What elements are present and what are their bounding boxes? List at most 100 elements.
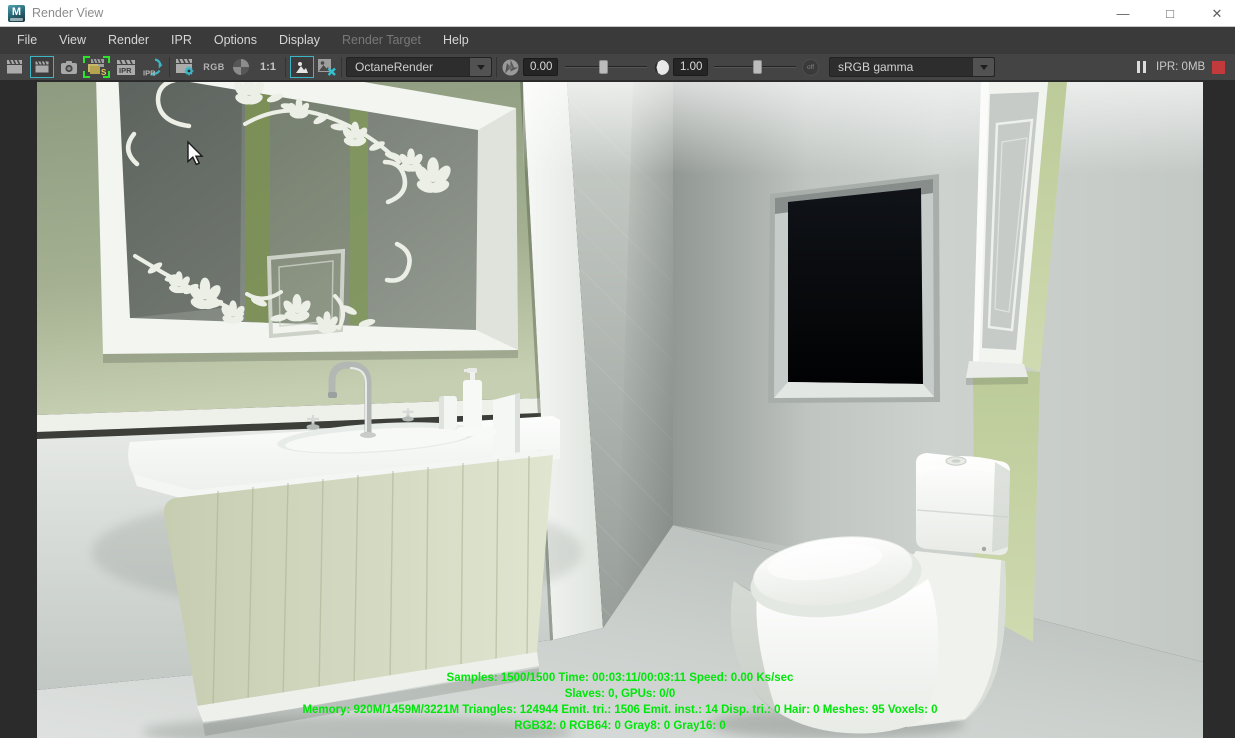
green-bracket-icon bbox=[83, 71, 90, 78]
bottle-neck bbox=[470, 372, 475, 381]
ipr-render-button[interactable]: IPR bbox=[114, 56, 138, 78]
remove-image-icon bbox=[318, 59, 336, 76]
ipr-memory-label: IPR: 0MB bbox=[1156, 61, 1206, 73]
gamma-field[interactable] bbox=[673, 58, 708, 76]
menu-options[interactable]: Options bbox=[203, 27, 268, 54]
exposure-toggle-button[interactable] bbox=[499, 56, 521, 78]
menu-ipr[interactable]: IPR bbox=[160, 27, 203, 54]
slider-handle[interactable] bbox=[753, 60, 763, 74]
colorspace-selected-label: sRGB gamma bbox=[838, 60, 914, 74]
white-box-shade bbox=[515, 393, 520, 453]
ipr-refresh-label: IPR bbox=[143, 69, 156, 78]
slider-handle[interactable] bbox=[599, 60, 609, 74]
menu-help[interactable]: Help bbox=[432, 27, 480, 54]
menu-view[interactable]: View bbox=[48, 27, 97, 54]
titlebar: M Render View — □ ✕ bbox=[0, 0, 1235, 27]
menu-render[interactable]: Render bbox=[97, 27, 160, 54]
colorspace-dropdown[interactable]: sRGB gamma bbox=[829, 57, 995, 77]
exposure-field[interactable] bbox=[523, 58, 558, 76]
stats-slaves-line: Slaves: 0, GPUs: 0/0 bbox=[564, 688, 676, 700]
minimize-button[interactable]: — bbox=[1108, 4, 1138, 23]
contrast-icon bbox=[653, 59, 669, 75]
display-rgb-channels-button[interactable]: RGB bbox=[201, 56, 227, 78]
render-view-window: M Render View — □ ✕ File View Render IPR… bbox=[0, 0, 1235, 738]
ipr-clapperboard-icon: IPR bbox=[117, 59, 135, 75]
render-current-frame-button[interactable] bbox=[3, 56, 27, 78]
redo-previous-ipr-button[interactable]: IPR bbox=[141, 56, 165, 78]
rgb-channels-icon: RGB bbox=[203, 62, 225, 72]
toolbar-separator bbox=[285, 57, 286, 77]
menu-render-target: Render Target bbox=[341, 33, 421, 47]
toolbar: S IPR IPR RGB 1:1 OctaneRender 0.00 1.00… bbox=[0, 54, 1235, 80]
pause-bar-icon bbox=[1143, 61, 1146, 73]
renderer-selected-label: OctaneRender bbox=[355, 60, 434, 74]
color-management-off-toggle: off bbox=[802, 59, 819, 76]
rendered-image[interactable]: Samples: 1500/1500 Time: 00:03:11/00:03:… bbox=[37, 82, 1203, 738]
clapperboard-icon bbox=[7, 59, 22, 74]
toolbar-separator bbox=[496, 57, 497, 77]
close-button[interactable]: ✕ bbox=[1202, 4, 1232, 23]
keep-image-icon bbox=[295, 60, 309, 74]
render-stats-overlay: Samples: 1500/1500 Time: 00:03:11/00:03:… bbox=[37, 670, 1203, 734]
tank-bolt bbox=[981, 546, 987, 552]
window-title: Render View bbox=[32, 6, 104, 20]
cabinet-sill-shadow bbox=[966, 377, 1028, 385]
maya-logo-strip bbox=[10, 18, 23, 21]
window-sill bbox=[774, 382, 934, 398]
clapperboard-small-icon bbox=[35, 61, 49, 73]
keep-image-button[interactable] bbox=[290, 56, 314, 78]
mirror-frame-shade bbox=[476, 108, 518, 350]
display-alpha-channel-button[interactable] bbox=[230, 56, 252, 78]
short-jar-shade bbox=[439, 396, 444, 429]
stats-memory-line: Memory: 920M/1459M/3221M Triangles: 1249… bbox=[302, 704, 938, 716]
snapshot-button[interactable] bbox=[57, 56, 81, 78]
maximize-button[interactable]: □ bbox=[1155, 4, 1185, 23]
redo-previous-render-button[interactable] bbox=[30, 56, 54, 78]
one-to-one-icon: 1:1 bbox=[260, 61, 276, 73]
render-settings-icon bbox=[176, 58, 194, 76]
render-sequence-button[interactable]: S bbox=[83, 56, 110, 78]
menu-file[interactable]: File bbox=[6, 27, 48, 54]
alpha-pie-icon bbox=[233, 59, 249, 75]
faucet-base bbox=[360, 432, 376, 438]
render-settings-button[interactable] bbox=[173, 56, 197, 78]
pump-bottle bbox=[463, 380, 482, 428]
faucet-spout bbox=[328, 392, 337, 398]
renderer-dropdown[interactable]: OctaneRender bbox=[346, 57, 492, 77]
ipr-refresh-icon: IPR bbox=[143, 58, 163, 78]
maya-logo-letter: M bbox=[11, 6, 22, 18]
exposure-slider[interactable] bbox=[565, 57, 647, 77]
menu-display[interactable]: Display bbox=[268, 27, 331, 54]
dropdown-arrow-button[interactable] bbox=[972, 58, 994, 76]
green-bracket-icon bbox=[103, 56, 110, 63]
reflected-green-stripe bbox=[245, 91, 270, 323]
display-real-size-button[interactable]: 1:1 bbox=[255, 56, 281, 78]
ceiling-light-glow bbox=[523, 82, 1203, 174]
camera-icon bbox=[61, 60, 77, 74]
soap-tray bbox=[456, 427, 496, 436]
chevron-down-icon bbox=[476, 64, 485, 70]
remove-image-button[interactable] bbox=[315, 56, 339, 78]
window-glass bbox=[788, 188, 923, 384]
stats-buffers-line: RGB32: 0 RGB64: 0 Gray8: 0 Gray16: 0 bbox=[514, 720, 726, 732]
contrast-toggle-button[interactable] bbox=[651, 56, 671, 78]
ipr-pause-button[interactable] bbox=[1137, 61, 1146, 73]
dropdown-arrow-button[interactable] bbox=[469, 58, 491, 76]
bathroom-render-scene bbox=[37, 82, 1203, 738]
pause-bar-icon bbox=[1137, 61, 1140, 73]
toolbar-separator bbox=[169, 57, 170, 77]
ipr-stop-button[interactable] bbox=[1212, 61, 1225, 74]
maya-app-icon: M bbox=[8, 5, 25, 22]
tank-right-shade bbox=[992, 462, 1010, 552]
dark-window bbox=[768, 174, 940, 403]
green-bracket-icon bbox=[103, 71, 110, 78]
gamma-slider[interactable] bbox=[714, 57, 796, 77]
render-viewport: Samples: 1500/1500 Time: 00:03:11/00:03:… bbox=[0, 80, 1235, 738]
stats-samples-line: Samples: 1500/1500 Time: 00:03:11/00:03:… bbox=[446, 672, 794, 684]
toolbar-separator bbox=[341, 57, 342, 77]
aperture-icon bbox=[502, 59, 518, 75]
menubar: File View Render IPR Options Display Ren… bbox=[0, 27, 1235, 54]
ipr-label: IPR bbox=[119, 66, 132, 75]
chevron-down-icon bbox=[979, 64, 988, 70]
flush-button-center bbox=[951, 459, 961, 463]
